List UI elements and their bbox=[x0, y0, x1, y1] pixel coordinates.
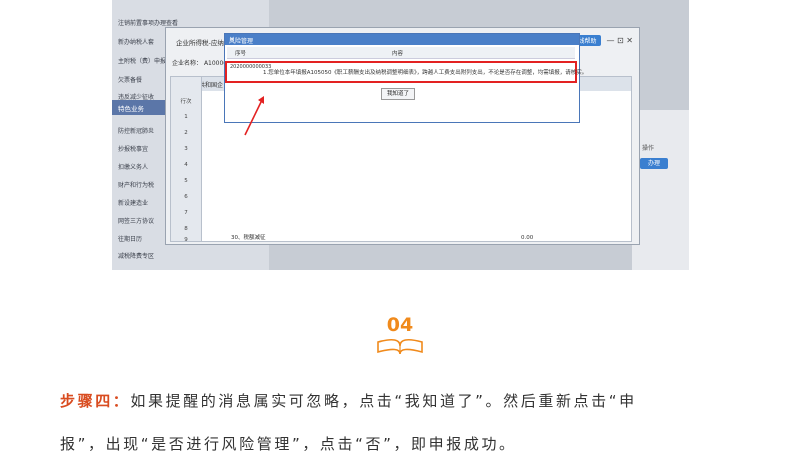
step-line-1: 如果提醒的消息属实可忽略，点击“我知道了”。然后重新点击“申 bbox=[130, 392, 637, 410]
step-paragraph-line-1: 步骤四：如果提醒的消息属实可忽略，点击“我知道了”。然后重新点击“申 bbox=[60, 390, 760, 411]
step-paragraph-line-2: 报”，出现“是否进行风险管理”，点击“否”，即申报成功。 bbox=[60, 433, 760, 454]
step-number: 04 bbox=[386, 314, 414, 336]
step-label: 步骤四： bbox=[60, 392, 131, 410]
screenshot: 操作 办理 注销前置事项办理查看 新办纳税人套 主附税（费）申报 欠票备餐 违反… bbox=[112, 0, 689, 270]
step-line-2: 报”，出现“是否进行风险管理”，点击“否”，即申报成功。 bbox=[60, 435, 517, 453]
arrow-line bbox=[244, 99, 263, 136]
step-badge: 04 bbox=[372, 314, 428, 356]
arrow-annotation bbox=[244, 96, 264, 136]
